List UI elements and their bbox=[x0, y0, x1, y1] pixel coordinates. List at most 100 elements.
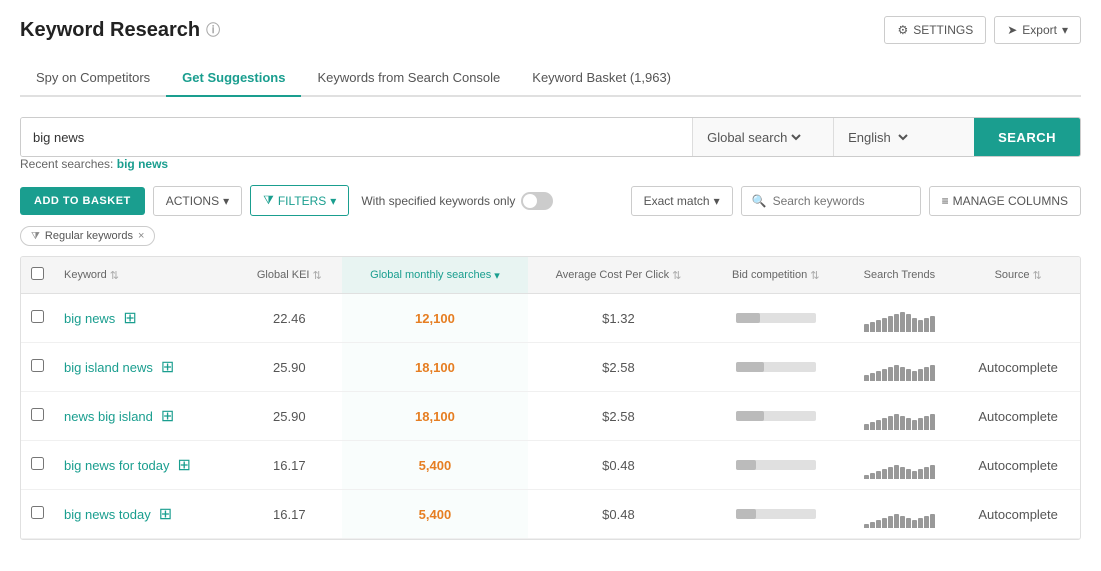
cpc-cell: $1.32 bbox=[528, 294, 709, 343]
trend-bar bbox=[864, 475, 869, 479]
toolbar: ADD TO BASKET ACTIONS ▾ ⧩ FILTERS ▾ With… bbox=[20, 185, 1081, 216]
keyword-td: big news today ⊞ bbox=[54, 490, 237, 539]
recent-search-link[interactable]: big news bbox=[117, 157, 168, 171]
th-kei[interactable]: Global KEI ⇅ bbox=[237, 257, 342, 294]
trends-cell bbox=[843, 392, 957, 441]
select-all-checkbox[interactable] bbox=[31, 267, 44, 280]
filter-tag-funnel-icon: ⧩ bbox=[31, 231, 40, 242]
add-keyword-button[interactable]: ⊞ bbox=[159, 504, 172, 524]
row-checkbox[interactable] bbox=[31, 457, 44, 470]
trend-bar bbox=[870, 322, 875, 332]
search-input[interactable] bbox=[21, 118, 692, 156]
th-trends: Search Trends bbox=[843, 257, 957, 294]
tab-search-console[interactable]: Keywords from Search Console bbox=[301, 60, 516, 97]
page-title-text: Keyword Research bbox=[20, 19, 200, 42]
trend-bar bbox=[900, 312, 905, 332]
export-button[interactable]: ➤ Export ▾ bbox=[994, 16, 1081, 44]
kei-cell: 16.17 bbox=[237, 490, 342, 539]
row-checkbox[interactable] bbox=[31, 408, 44, 421]
tab-basket-label: Keyword Basket (1,963) bbox=[532, 70, 671, 85]
page-title: Keyword Research ⓘ bbox=[20, 19, 220, 42]
trend-bar bbox=[924, 318, 929, 332]
gear-icon: ⚙ bbox=[897, 23, 908, 37]
global-search-dropdown[interactable]: Global search Local search bbox=[703, 129, 804, 146]
filter-funnel-icon: ⧩ bbox=[263, 193, 274, 208]
add-keyword-button[interactable]: ⊞ bbox=[123, 308, 136, 328]
language-select[interactable]: English Spanish French bbox=[834, 118, 974, 156]
actions-label: ACTIONS bbox=[166, 194, 219, 208]
exact-match-button[interactable]: Exact match ▾ bbox=[631, 186, 733, 216]
table-row: big island news⊞25.9018,100$2.58Autocomp… bbox=[21, 343, 1080, 392]
add-keyword-button[interactable]: ⊞ bbox=[161, 357, 174, 377]
th-source[interactable]: Source ⇅ bbox=[956, 257, 1080, 294]
bid-cell bbox=[709, 294, 843, 343]
kei-cell: 16.17 bbox=[237, 441, 342, 490]
th-monthly[interactable]: Global monthly searches ▾ bbox=[342, 257, 528, 294]
with-specified-toggle[interactable] bbox=[521, 192, 553, 210]
row-checkbox[interactable] bbox=[31, 310, 44, 323]
cpc-cell: $0.48 bbox=[528, 441, 709, 490]
trend-bar bbox=[888, 516, 893, 528]
toggle-knob bbox=[523, 194, 537, 208]
trend-bar bbox=[930, 414, 935, 430]
settings-label: SETTINGS bbox=[913, 23, 973, 37]
trend-bar bbox=[930, 365, 935, 381]
global-search-select[interactable]: Global search Local search bbox=[693, 118, 833, 156]
th-bid[interactable]: Bid competition ⇅ bbox=[709, 257, 843, 294]
table-header-row: Keyword ⇅ Global KEI ⇅ Global monthly se… bbox=[21, 257, 1080, 294]
trend-bar bbox=[900, 467, 905, 479]
trends-cell bbox=[843, 490, 957, 539]
trend-bar bbox=[900, 416, 905, 430]
with-specified-container: With specified keywords only bbox=[361, 192, 553, 210]
add-keyword-button[interactable]: ⊞ bbox=[161, 406, 174, 426]
trends-cell bbox=[843, 343, 957, 392]
search-keywords-input[interactable] bbox=[773, 194, 910, 208]
settings-button[interactable]: ⚙ SETTINGS bbox=[884, 16, 986, 44]
trend-bar bbox=[888, 416, 893, 430]
trend-bar bbox=[912, 471, 917, 479]
row-checkbox[interactable] bbox=[31, 359, 44, 372]
keyword-link[interactable]: news big island bbox=[64, 409, 153, 424]
source-cell: Autocomplete bbox=[956, 441, 1080, 490]
tab-spy-label: Spy on Competitors bbox=[36, 70, 150, 85]
export-chevron-icon: ▾ bbox=[1062, 23, 1068, 37]
columns-icon: ≡ bbox=[942, 194, 949, 208]
keyword-link[interactable]: big news for today bbox=[64, 458, 170, 473]
table-row: big news today⊞16.175,400$0.48Autocomple… bbox=[21, 490, 1080, 539]
monthly-cell: 5,400 bbox=[342, 441, 528, 490]
th-keyword-sort-icon: ⇅ bbox=[110, 269, 119, 282]
filters-button[interactable]: ⧩ FILTERS ▾ bbox=[250, 185, 349, 216]
th-keyword[interactable]: Keyword ⇅ bbox=[54, 257, 237, 294]
tab-spy-competitors[interactable]: Spy on Competitors bbox=[20, 60, 166, 97]
th-checkbox[interactable] bbox=[21, 257, 54, 294]
source-cell bbox=[956, 294, 1080, 343]
trend-bar bbox=[888, 467, 893, 479]
table-row: news big island⊞25.9018,100$2.58Autocomp… bbox=[21, 392, 1080, 441]
trend-bar bbox=[906, 314, 911, 332]
trend-bar bbox=[864, 324, 869, 332]
keyword-td: big news ⊞ bbox=[54, 294, 237, 343]
filter-tags: ⧩ Regular keywords × bbox=[20, 226, 1081, 246]
keyword-td: news big island ⊞ bbox=[54, 392, 237, 441]
row-checkbox[interactable] bbox=[31, 506, 44, 519]
keyword-link[interactable]: big island news bbox=[64, 360, 153, 375]
th-cpc[interactable]: Average Cost Per Click ⇅ bbox=[528, 257, 709, 294]
actions-button[interactable]: ACTIONS ▾ bbox=[153, 186, 242, 216]
filter-tag-regular-keywords[interactable]: ⧩ Regular keywords × bbox=[20, 226, 155, 246]
filter-tag-close-icon[interactable]: × bbox=[138, 230, 144, 242]
tab-keyword-basket[interactable]: Keyword Basket (1,963) bbox=[516, 60, 687, 97]
language-dropdown[interactable]: English Spanish French bbox=[844, 129, 911, 146]
trend-bar bbox=[882, 369, 887, 381]
keyword-link[interactable]: big news bbox=[64, 311, 115, 326]
monthly-cell: 18,100 bbox=[342, 343, 528, 392]
tab-get-suggestions[interactable]: Get Suggestions bbox=[166, 60, 301, 97]
keyword-link[interactable]: big news today bbox=[64, 507, 151, 522]
search-button[interactable]: SEARCH bbox=[974, 118, 1080, 156]
th-source-sort-icon: ⇅ bbox=[1032, 269, 1041, 282]
help-icon[interactable]: ⓘ bbox=[206, 20, 220, 40]
monthly-cell: 5,400 bbox=[342, 490, 528, 539]
manage-columns-button[interactable]: ≡ MANAGE COLUMNS bbox=[929, 186, 1081, 216]
add-to-basket-button[interactable]: ADD TO BASKET bbox=[20, 187, 145, 215]
add-keyword-button[interactable]: ⊞ bbox=[178, 455, 191, 475]
th-monthly-sort-icon: ▾ bbox=[494, 269, 500, 282]
